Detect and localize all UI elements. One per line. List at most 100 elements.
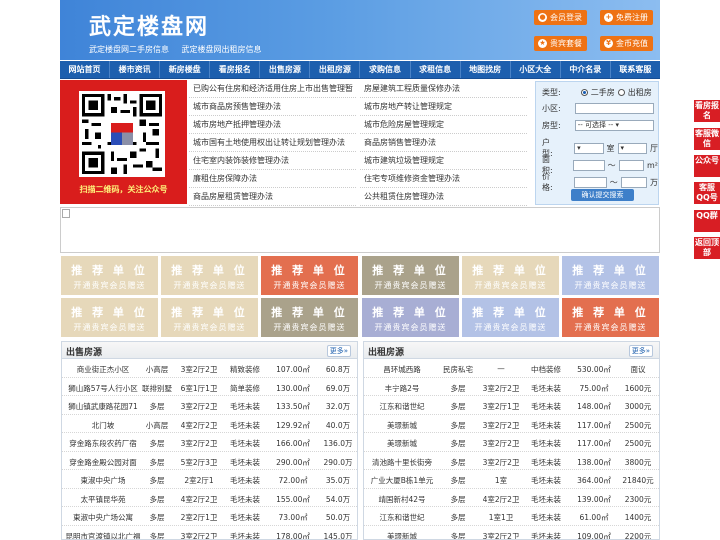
float-service-wechat[interactable]: 客服微信 xyxy=(694,128,720,150)
ad-tile[interactable]: 推 荐 单 位开通贵宾会员赠送 xyxy=(562,298,659,337)
site-title[interactable]: 武定楼盘网 xyxy=(89,9,209,41)
policy-link[interactable]: 城市国有土地使用权出让转让规划管理办法 xyxy=(189,134,356,152)
table-row[interactable]: 美璟新城 多层 3室2厅2卫 毛坯未装 117.00㎡ 2500元 xyxy=(364,433,659,452)
table-row[interactable]: 江东和谐世纪 多层 3室2厅1卫 毛坯未装 148.00㎡ 3000元 xyxy=(364,396,659,415)
radio-rental[interactable] xyxy=(617,89,625,96)
ad-tile[interactable]: 推 荐 单 位开通贵宾会员赠送 xyxy=(61,256,158,295)
banner-image[interactable] xyxy=(60,207,660,253)
subtitle-resale[interactable]: 武定楼盘网二手房信息 xyxy=(89,45,169,54)
area-max-input[interactable] xyxy=(618,159,644,171)
policy-link[interactable]: 廉租住房保障办法 xyxy=(189,170,356,188)
nav-want-rent[interactable]: 求租信息 xyxy=(411,61,461,78)
table-row[interactable]: 靖国新村42号 多层 4室2厅2卫 毛坯未装 139.00㎡ 2300元 xyxy=(364,489,659,507)
table-cell: 109.00㎡ xyxy=(577,531,611,540)
table-cell: 毛坯未装 xyxy=(531,402,561,411)
policy-link[interactable]: 城市危险房屋管理规定 xyxy=(360,116,527,134)
table-row[interactable]: 穿金路东段农药厂宿 多层 3室2厅2卫 毛坯未装 166.00㎡ 136.0万 xyxy=(62,433,357,452)
ad-tile[interactable]: 推 荐 单 位开通贵宾会员赠送 xyxy=(462,256,559,295)
table-cell: 毛坯未装 xyxy=(230,476,260,485)
table-cell: 多层 xyxy=(450,476,466,485)
policy-link[interactable]: 城市房地产抵押管理办法 xyxy=(189,116,356,134)
price-max-input[interactable] xyxy=(620,176,647,188)
nav-contact[interactable]: 联系客服 xyxy=(611,61,660,78)
table-row[interactable]: 東淑中央广场 多层 2室2厅1 毛坯未装 72.00㎡ 35.0万 xyxy=(62,470,357,489)
table-row[interactable]: 商业街正杰小区 小高层 3室2厅2卫 精致装修 107.00㎡ 60.8万 xyxy=(62,359,357,378)
rent-more-button[interactable]: 更多» xyxy=(628,345,653,357)
nav-agents[interactable]: 中介名录 xyxy=(561,61,611,78)
policy-link[interactable]: 已购公有住房和经济适用住房上市出售管理暂 xyxy=(189,80,356,98)
main-nav: 网站首页 楼市资讯 新房楼盘 看房报名 出售房源 出租房源 求购信息 求租信息 … xyxy=(60,61,660,79)
table-row[interactable]: 穿金路金殿公园对面 多层 5室2厅3卫 毛坯未装 290.00㎡ 290.0万 xyxy=(62,452,357,470)
ad-tile[interactable]: 推 荐 单 位开通贵宾会员赠送 xyxy=(362,256,459,295)
ad-tile[interactable]: 推 荐 单 位开通贵宾会员赠送 xyxy=(562,256,659,295)
ad-tile[interactable]: 推 荐 单 位开通贵宾会员赠送 xyxy=(261,298,358,337)
ad-tile[interactable]: 推 荐 单 位开通贵宾会员赠送 xyxy=(61,298,158,337)
ad-tile[interactable]: 推 荐 单 位开通贵宾会员赠送 xyxy=(161,298,258,337)
table-cell: 1600元 xyxy=(624,383,652,393)
sale-more-button[interactable]: 更多» xyxy=(326,345,351,357)
community-input[interactable] xyxy=(574,103,654,114)
register-button[interactable]: + 免费注册 xyxy=(600,10,653,25)
layout-select[interactable]: -- 可选择 -- ▾ xyxy=(574,120,654,131)
policy-link[interactable]: 商品房屋租赁管理办法 xyxy=(189,188,356,206)
table-row[interactable]: 美璟新城 多层 3室2厅2卫 毛坯未装 117.00㎡ 2500元 xyxy=(364,415,659,433)
room-select[interactable]: ▾ xyxy=(574,142,604,154)
table-row[interactable]: 東淑中央广场公寓 多层 2室2厅1卫 毛坯未装 73.00㎡ 50.0万 xyxy=(62,507,357,526)
table-cell: 290.00㎡ xyxy=(276,457,310,467)
policy-link[interactable]: 住宅室内装饰装修管理办法 xyxy=(189,152,356,170)
nav-for-sale[interactable]: 出售房源 xyxy=(260,61,311,78)
table-row[interactable]: 丰宁路2号 多层 3室2厅2卫 毛坯未装 75.00㎡ 1600元 xyxy=(364,378,659,396)
nav-map-search[interactable]: 地图找房 xyxy=(461,61,511,78)
user-icon: ● xyxy=(538,13,547,22)
area-min-input[interactable] xyxy=(572,159,605,171)
login-button[interactable]: ● 会员登录 xyxy=(534,10,587,25)
type-row: 类型: 二手房 出租房 xyxy=(542,88,652,97)
float-service-qq[interactable]: 客服QQ号 xyxy=(694,182,720,204)
table-row[interactable]: 江东和谐世纪 多层 1室1卫 毛坯未装 61.00㎡ 1400元 xyxy=(364,507,659,526)
nav-communities[interactable]: 小区大全 xyxy=(511,61,561,78)
policy-link[interactable]: 房屋建筑工程质量保修办法 xyxy=(360,80,527,98)
table-row[interactable]: 昆明市官渡镇以北广福 多层 3室2厅2卫 毛坯未装 178.00㎡ 145.0万 xyxy=(62,526,357,540)
subtitle-rental[interactable]: 武定楼盘网出租房信息 xyxy=(182,45,262,54)
nav-new-homes[interactable]: 新房楼盘 xyxy=(160,61,211,78)
recharge-button[interactable]: ¥ 金币充值 xyxy=(600,36,653,51)
radio-resale[interactable] xyxy=(580,89,588,96)
policy-link[interactable]: 公共租赁住房管理办法 xyxy=(360,188,527,206)
table-row[interactable]: 清池路十里长街旁 多层 3室2厅2卫 毛坯未装 138.00㎡ 3800元 xyxy=(364,452,659,470)
nav-viewing-signup[interactable]: 看房报名 xyxy=(210,61,261,78)
nav-for-rent[interactable]: 出租房源 xyxy=(310,61,361,78)
ad-tile[interactable]: 推 荐 单 位开通贵宾会员赠送 xyxy=(261,256,358,295)
site-header: 武定楼盘网 武定楼盘网二手房信息 武定楼盘网出租房信息 ● 会员登录 + 免费注册 … xyxy=(60,0,660,60)
vip-package-button[interactable]: ★ 贵宾套餐 xyxy=(534,36,587,51)
table-row[interactable]: 狮山路57号人行小区 联排别墅 6室1厅1卫 简单装修 130.00㎡ 69.0万 xyxy=(62,378,357,396)
broken-image-icon xyxy=(62,209,70,218)
float-qq-group[interactable]: QQ群 xyxy=(694,210,720,232)
table-row[interactable]: 昌环城西路 民房私宅 — 中档装修 530.00㎡ 面议 xyxy=(364,359,659,378)
float-viewing-signup[interactable]: 看房报名 xyxy=(694,100,720,122)
table-cell: 穿金路金殿公园对面 xyxy=(69,457,137,467)
policy-link[interactable]: 城市房地产转让管理规定 xyxy=(360,98,527,116)
policy-link[interactable]: 城市商品房预售管理办法 xyxy=(189,98,356,116)
float-official-account[interactable]: 公众号 xyxy=(694,155,720,177)
search-submit-button[interactable]: 确认提交搜索 xyxy=(571,189,634,201)
float-back-to-top[interactable]: 返回顶部 xyxy=(694,237,720,259)
table-row[interactable]: 美璟新城 多层 3室2厅2卫 毛坯未装 109.00㎡ 2200元 xyxy=(364,526,659,540)
table-row[interactable]: 北门坡 小高层 4室2厅2卫 毛坯未装 129.92㎡ 40.0万 xyxy=(62,415,357,433)
price-min-input[interactable] xyxy=(573,176,607,188)
nav-want-buy[interactable]: 求购信息 xyxy=(360,61,411,78)
nav-news[interactable]: 楼市资讯 xyxy=(110,61,161,78)
ad-tile[interactable]: 推 荐 单 位开通贵宾会员赠送 xyxy=(362,298,459,337)
table-cell: 50.0万 xyxy=(325,513,351,522)
policy-link[interactable]: 住宅专项维修资金管理办法 xyxy=(360,170,527,188)
hall-select[interactable]: ▾ xyxy=(617,142,647,154)
policy-link[interactable]: 商品房销售管理办法 xyxy=(360,134,527,152)
layout-label: 房型: xyxy=(542,121,561,130)
nav-home[interactable]: 网站首页 xyxy=(60,61,111,78)
table-row[interactable]: 广业大厦B栋1单元 多层 1室 毛坯未装 364.00㎡ 21840元 xyxy=(364,470,659,489)
vip-icon: ★ xyxy=(538,39,547,48)
ad-tile[interactable]: 推 荐 单 位开通贵宾会员赠送 xyxy=(161,256,258,295)
ad-tile[interactable]: 推 荐 单 位开通贵宾会员赠送 xyxy=(462,298,559,337)
policy-link[interactable]: 城市建筑垃圾管理规定 xyxy=(360,152,527,170)
table-row[interactable]: 太平镇昆华苑 多层 4室2厅2卫 毛坯未装 155.00㎡ 54.0万 xyxy=(62,489,357,507)
table-row[interactable]: 狮山镇武康路花园71 多层 3室2厅2卫 毛坯未装 133.50㎡ 32.0万 xyxy=(62,396,357,415)
